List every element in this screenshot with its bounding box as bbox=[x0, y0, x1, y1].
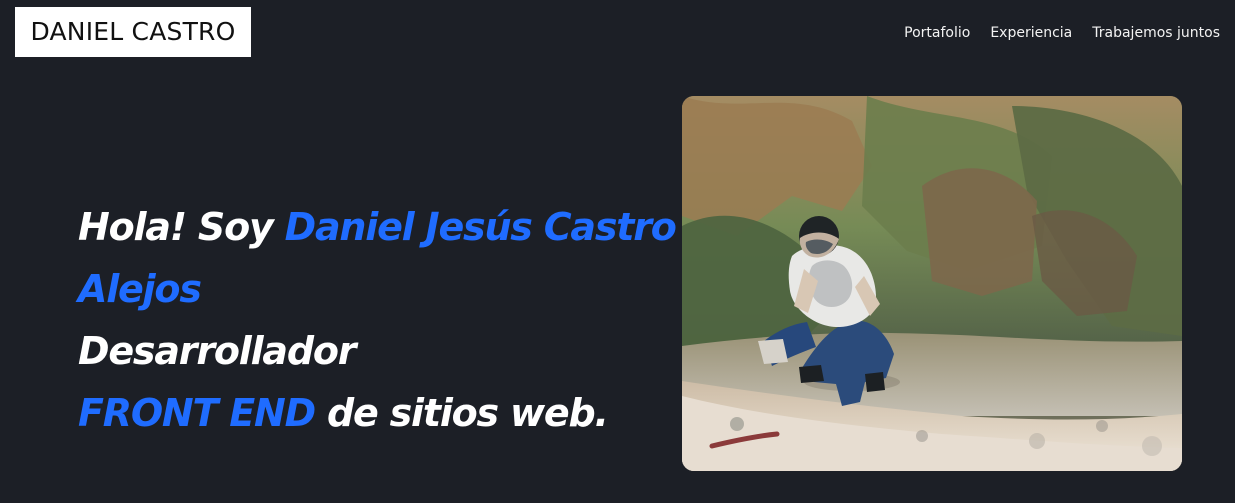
hero-rest: de sitios web. bbox=[314, 391, 609, 435]
hero-line-2: Desarrollador bbox=[78, 320, 678, 382]
hero-greeting: Hola! Soy bbox=[78, 205, 285, 249]
hero-role: Desarrollador bbox=[78, 329, 357, 373]
profile-photo-illustration bbox=[682, 96, 1182, 471]
main-nav: Portafolio Experiencia Trabajemos juntos bbox=[904, 25, 1220, 41]
hero-highlight: FRONT END bbox=[78, 391, 316, 435]
portfolio-page: DANIEL CASTRO Portafolio Experiencia Tra… bbox=[0, 0, 1235, 503]
profile-photo bbox=[682, 96, 1182, 471]
hero-line-3: FRONT END de sitios web. bbox=[78, 382, 678, 444]
nav-trabajemos-juntos[interactable]: Trabajemos juntos bbox=[1092, 25, 1220, 41]
hero-line-1: Hola! Soy Daniel Jesús Castro Alejos bbox=[78, 196, 678, 320]
brand-logo[interactable]: DANIEL CASTRO bbox=[15, 7, 251, 57]
nav-experiencia[interactable]: Experiencia bbox=[990, 25, 1072, 41]
nav-portafolio[interactable]: Portafolio bbox=[904, 25, 970, 41]
hero-heading: Hola! Soy Daniel Jesús Castro Alejos Des… bbox=[78, 196, 678, 444]
